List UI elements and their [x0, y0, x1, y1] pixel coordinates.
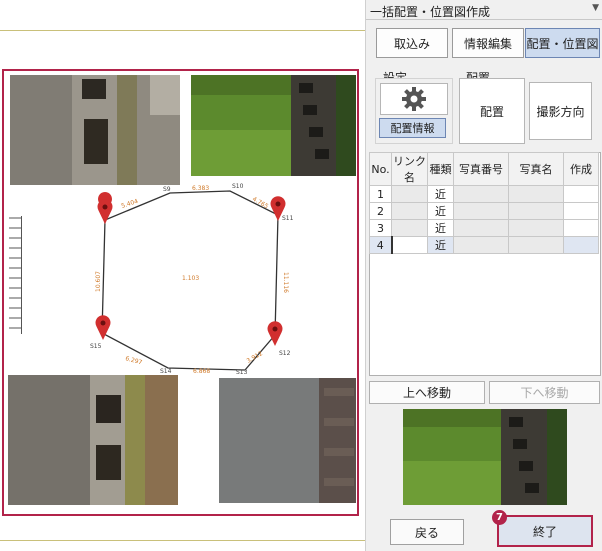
scale-ruler — [3, 216, 22, 334]
page-border-line — [0, 540, 365, 541]
move-down-button[interactable]: 下へ移動 — [489, 381, 600, 404]
row-number: 3 — [369, 219, 392, 237]
divider — [366, 19, 602, 20]
dimension-label: 5.404 — [120, 198, 139, 210]
tab-import[interactable]: 取込み — [376, 28, 448, 58]
settings-button[interactable] — [380, 83, 448, 115]
station-label: S13 — [236, 369, 248, 376]
page-border-line — [0, 30, 365, 31]
photo-thumbnail[interactable] — [219, 378, 356, 503]
photo-number-cell[interactable] — [453, 185, 509, 203]
station-label: S14 — [160, 368, 172, 375]
photo-number-cell[interactable] — [453, 202, 509, 220]
row-number: 1 — [369, 185, 392, 203]
column-header[interactable]: 写真名 — [508, 152, 564, 186]
type-cell[interactable]: 近 — [427, 236, 454, 254]
table-row[interactable]: 4 近 — [369, 236, 599, 254]
column-header[interactable]: 種類 — [427, 152, 454, 186]
column-header[interactable]: 写真番号 — [453, 152, 509, 186]
back-button[interactable]: 戻る — [390, 519, 464, 545]
placement-info-button[interactable]: 配置情報 — [379, 118, 446, 138]
photo-list-table[interactable]: No. リンク名 種類 写真番号 写真名 作成 1 近 2 近 3 近 4 近 — [369, 152, 599, 254]
station-label: S10 — [232, 183, 244, 190]
dimension-label: 4.765 — [251, 196, 270, 211]
link-name-cell[interactable] — [390, 236, 428, 254]
photo-thumbnail[interactable] — [10, 75, 180, 185]
type-cell[interactable]: 近 — [427, 219, 454, 237]
tab-info-edit[interactable]: 情報編集 — [452, 28, 524, 58]
table-row[interactable]: 3 近 — [369, 219, 599, 237]
finish-button[interactable]: 終了 — [497, 515, 593, 547]
column-header[interactable]: 作成 — [563, 152, 599, 186]
map-pin-icon[interactable] — [97, 192, 113, 224]
column-header[interactable]: No. — [369, 152, 392, 186]
dimension-label: 6.868 — [193, 368, 210, 375]
table-row[interactable]: 2 近 — [369, 202, 599, 220]
photo-number-cell[interactable] — [453, 219, 509, 237]
station-label: S12 — [279, 350, 291, 357]
dimension-label: 3.912 — [246, 350, 265, 365]
map-pin-icon[interactable] — [267, 321, 283, 346]
photo-number-cell[interactable] — [453, 236, 509, 254]
panel-title: 一括配置・位置図作成 — [370, 5, 491, 19]
tab-layout-map[interactable]: 配置・位置図 — [525, 28, 600, 58]
photo-thumbnail[interactable] — [8, 375, 178, 505]
area-label: 1.103 — [182, 275, 199, 282]
photo-name-cell[interactable] — [508, 219, 564, 237]
create-cell[interactable] — [563, 219, 599, 237]
type-cell[interactable]: 近 — [427, 185, 454, 203]
column-header[interactable]: リンク名 — [391, 152, 428, 186]
row-number: 2 — [369, 202, 392, 220]
row-number: 4 — [369, 236, 392, 254]
shooting-direction-button[interactable]: 撮影方向 — [529, 82, 592, 140]
type-cell[interactable]: 近 — [427, 202, 454, 220]
photo-name-cell[interactable] — [508, 202, 564, 220]
create-cell[interactable] — [563, 202, 599, 220]
step-number-badge: 7 — [492, 510, 507, 525]
move-up-button[interactable]: 上へ移動 — [369, 381, 485, 404]
photo-gutter-image — [10, 75, 180, 185]
site-diagram[interactable]: 5.404 6.383 4.765 10.607 11.116 6.297 6.… — [60, 180, 310, 380]
preview-photo — [403, 409, 567, 505]
gear-icon — [402, 87, 426, 111]
photo-paving-image — [219, 378, 356, 503]
dimension-label: 6.297 — [124, 355, 143, 366]
create-cell[interactable] — [563, 236, 599, 254]
link-name-cell[interactable] — [391, 185, 428, 203]
photo-thumbnail[interactable] — [191, 75, 356, 176]
photo-gutter-leaves-image — [8, 375, 178, 505]
link-name-cell[interactable] — [391, 202, 428, 220]
place-button[interactable]: 配置 — [459, 78, 525, 144]
station-label: S15 — [90, 343, 102, 350]
dimension-label: 11.116 — [282, 272, 289, 293]
preview-grass-image — [403, 409, 567, 505]
table-row[interactable]: 1 近 — [369, 185, 599, 203]
dimension-label: 6.383 — [192, 185, 209, 192]
collapse-chevron-icon[interactable]: ▼ — [592, 3, 599, 13]
link-name-cell[interactable] — [391, 219, 428, 237]
station-label: S9 — [163, 186, 171, 193]
photo-grass-image — [191, 75, 356, 176]
photo-name-cell[interactable] — [508, 185, 564, 203]
dimension-label: 10.607 — [95, 271, 102, 292]
station-label: S11 — [282, 215, 294, 222]
photo-name-cell[interactable] — [508, 236, 564, 254]
create-cell[interactable] — [563, 185, 599, 203]
